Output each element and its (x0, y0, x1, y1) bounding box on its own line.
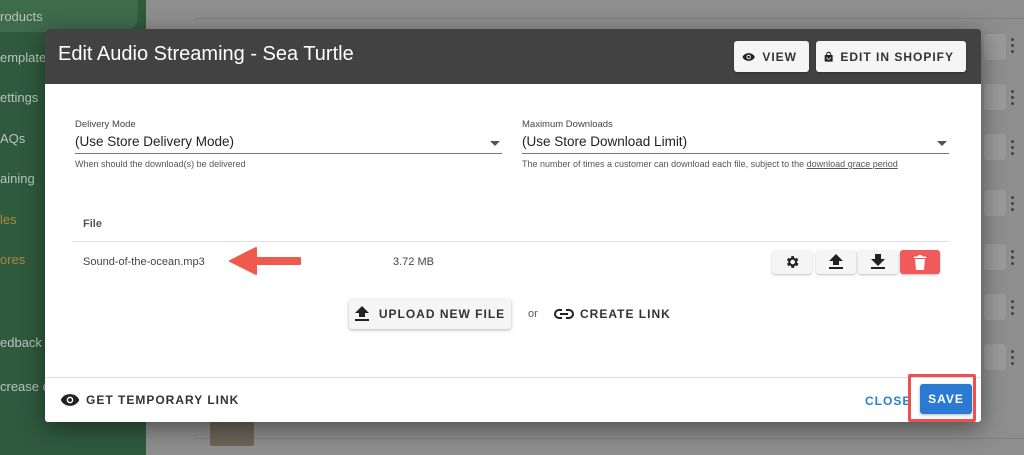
edit-in-shopify-label: EDIT IN SHOPIFY (840, 49, 954, 64)
file-download-button[interactable] (858, 250, 898, 274)
delivery-mode-value: (Use Store Delivery Mode) (75, 134, 235, 149)
background-row-button[interactable] (984, 34, 1006, 60)
max-downloads-hint-text: The number of times a customer can downl… (522, 159, 807, 169)
file-delete-button[interactable] (900, 250, 940, 274)
file-upload-button[interactable] (816, 250, 856, 274)
background-row-button[interactable] (984, 294, 1006, 320)
link-icon (554, 309, 574, 319)
download-icon (871, 254, 885, 269)
trash-icon (914, 254, 926, 270)
file-size: 3.72 MB (393, 256, 434, 268)
background-nav-training[interactable]: aining (0, 171, 35, 186)
dialog-header: Edit Audio Streaming - Sea Turtle VIEW E… (45, 29, 981, 84)
create-link-label: CREATE LINK (580, 307, 671, 321)
upload-icon (829, 254, 843, 269)
background-nav-settings[interactable]: ettings (0, 90, 38, 105)
background-nav-files[interactable]: les (0, 212, 17, 227)
file-name: Sound-of-the-ocean.mp3 (83, 256, 205, 268)
delivery-mode-field[interactable]: Delivery Mode (Use Store Delivery Mode) … (75, 119, 502, 169)
background-nav-faqs[interactable]: AQs (0, 131, 25, 146)
max-downloads-hint: The number of times a customer can downl… (522, 159, 949, 169)
background-row-divider (195, 18, 1024, 19)
background-nav-increase[interactable]: crease c (0, 379, 49, 394)
upload-icon (354, 306, 369, 321)
close-button[interactable]: CLOSE (865, 394, 911, 408)
view-button[interactable]: VIEW (734, 41, 809, 72)
background-row-button[interactable] (984, 84, 1006, 110)
file-column-header: File (83, 218, 102, 230)
more-vert-icon[interactable] (1010, 350, 1016, 366)
delivery-mode-select[interactable]: (Use Store Delivery Mode) (75, 134, 502, 154)
edit-in-shopify-button[interactable]: EDIT IN SHOPIFY (816, 41, 966, 72)
more-vert-icon[interactable] (1010, 38, 1016, 54)
eye-icon (742, 52, 755, 61)
file-settings-button[interactable] (772, 250, 812, 274)
or-separator: or (528, 308, 538, 320)
more-vert-icon[interactable] (1010, 196, 1016, 212)
gear-icon (786, 256, 799, 268)
background-row-divider (195, 438, 1024, 439)
dialog-footer-divider (45, 377, 981, 378)
get-temporary-link-label: GET TEMPORARY LINK (86, 393, 240, 407)
background-thumbnail (210, 420, 254, 446)
dropdown-arrow-icon[interactable] (490, 141, 500, 146)
dropdown-arrow-icon[interactable] (937, 141, 947, 146)
delivery-mode-hint: When should the download(s) be delivered (75, 159, 246, 169)
create-link-button[interactable]: CREATE LINK (554, 307, 671, 321)
background-row-button[interactable] (984, 344, 1006, 370)
save-button[interactable]: SAVE (920, 384, 972, 414)
max-downloads-select[interactable]: (Use Store Download Limit) (522, 134, 949, 154)
annotation-arrow-icon (229, 247, 301, 275)
edit-product-dialog: Edit Audio Streaming - Sea Turtle VIEW E… (45, 29, 981, 422)
background-row-button[interactable] (984, 244, 1006, 270)
max-downloads-label: Maximum Downloads (522, 119, 613, 130)
upload-new-file-button[interactable]: UPLOAD NEW FILE (349, 299, 511, 329)
eye-icon (60, 394, 80, 406)
more-vert-icon[interactable] (1010, 140, 1016, 156)
view-button-label: VIEW (762, 49, 797, 64)
background-nav-templates[interactable]: emplate (0, 50, 46, 65)
max-downloads-field[interactable]: Maximum Downloads (Use Store Download Li… (522, 119, 949, 169)
shopping-bag-icon (824, 51, 833, 62)
max-downloads-value: (Use Store Download Limit) (522, 134, 688, 149)
background-nav-products[interactable]: roducts (0, 9, 43, 24)
get-temporary-link-button[interactable]: GET TEMPORARY LINK (60, 393, 239, 407)
file-table-divider (72, 241, 950, 242)
upload-new-file-label: UPLOAD NEW FILE (378, 307, 506, 321)
download-grace-period-link[interactable]: download grace period (807, 159, 898, 169)
background-row-button[interactable] (984, 134, 1006, 160)
delivery-mode-label: Delivery Mode (75, 119, 136, 130)
background-nav-stores[interactable]: ores (0, 252, 25, 267)
more-vert-icon[interactable] (1010, 90, 1016, 106)
background-nav-feedback[interactable]: edback (0, 335, 42, 350)
more-vert-icon[interactable] (1010, 300, 1016, 316)
background-row-button[interactable] (984, 190, 1006, 216)
more-vert-icon[interactable] (1010, 250, 1016, 266)
dialog-title: Edit Audio Streaming - Sea Turtle (58, 43, 354, 65)
